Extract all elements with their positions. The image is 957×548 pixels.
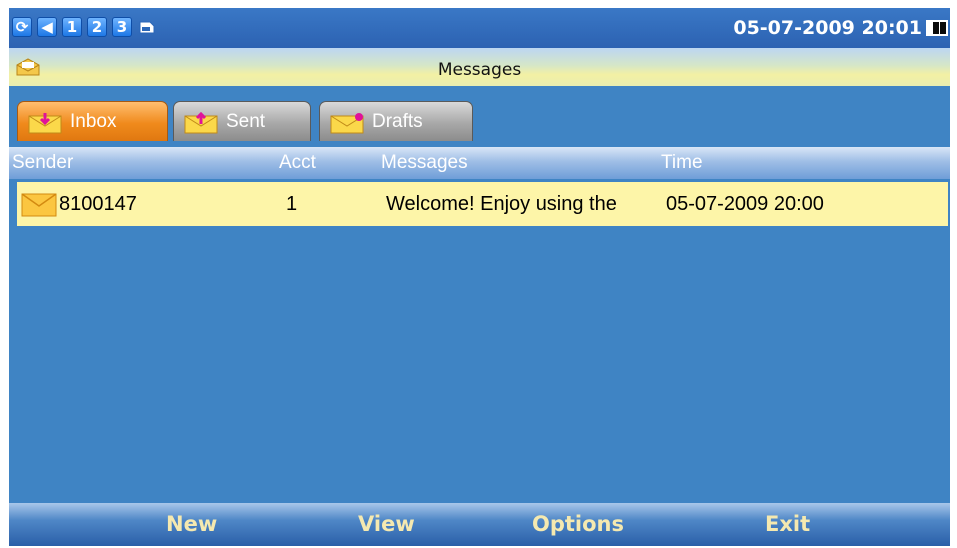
sim-card-icon [137, 17, 157, 37]
column-time[interactable]: Time [661, 152, 703, 174]
inbox-icon [28, 113, 62, 134]
status-datetime: 05-07-2009 20:01 [733, 17, 922, 39]
account-1-icon: 1 [62, 17, 82, 37]
phone-screen: ⟳ ◀ 1 2 3 05-07-2009 20:01 Messages Inbo… [9, 8, 950, 546]
drafts-icon [330, 113, 364, 134]
column-messages[interactable]: Messages [381, 152, 468, 174]
account-2-icon: 2 [87, 17, 107, 37]
column-sender[interactable]: Sender [12, 152, 73, 174]
new-button[interactable]: New [166, 512, 217, 536]
sync-icon: ⟳ [12, 17, 32, 37]
title-bar: Messages [9, 48, 950, 86]
page-title: Messages [437, 60, 522, 80]
view-button[interactable]: View [358, 512, 415, 536]
tab-sent[interactable]: Sent [173, 101, 311, 141]
row-message: Welcome! Enjoy using the [386, 193, 617, 215]
options-button[interactable]: Options [532, 512, 624, 536]
battery-icon [926, 20, 948, 36]
status-bar: ⟳ ◀ 1 2 3 05-07-2009 20:01 [9, 8, 950, 48]
softkey-bar: New View Options Exit [9, 503, 950, 546]
column-header: Sender Acct Messages Time [9, 147, 950, 179]
column-acct[interactable]: Acct [279, 152, 316, 174]
sent-icon [184, 112, 218, 134]
exit-button[interactable]: Exit [765, 512, 810, 536]
tab-drafts-label: Drafts [372, 111, 423, 132]
row-acct: 1 [286, 193, 298, 215]
row-sender: 8100147 [59, 193, 137, 215]
volume-icon: ◀ [37, 17, 57, 37]
tab-sent-label: Sent [226, 111, 266, 132]
tab-drafts[interactable]: Drafts [319, 101, 473, 141]
envelope-icon [21, 193, 57, 217]
tab-inbox-label: Inbox [70, 111, 117, 132]
row-time: 05-07-2009 20:00 [666, 193, 824, 215]
tab-inbox[interactable]: Inbox [17, 101, 168, 141]
account-3-icon: 3 [112, 17, 132, 37]
message-row[interactable]: 8100147 1 Welcome! Enjoy using the 05-07… [17, 182, 948, 226]
